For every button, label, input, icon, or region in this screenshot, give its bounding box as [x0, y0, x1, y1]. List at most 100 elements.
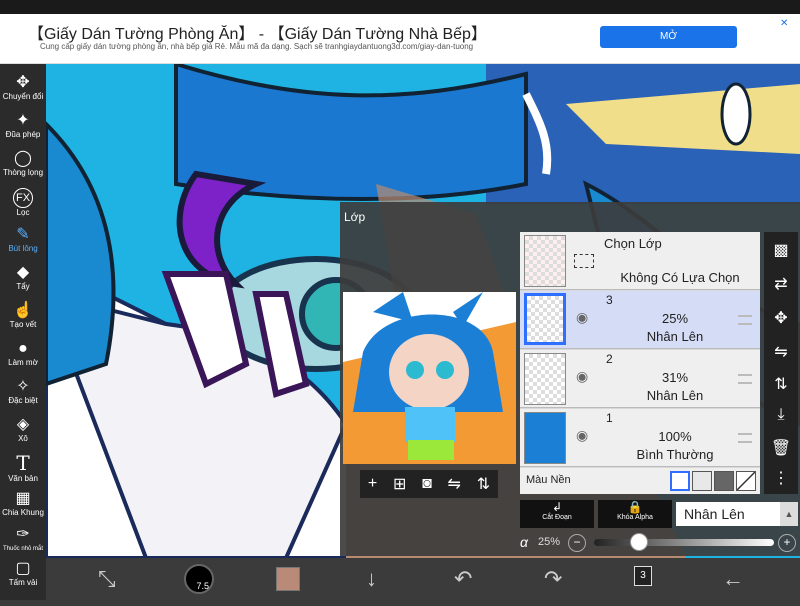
tool-label: Đũa phép [5, 130, 41, 139]
ad-banner[interactable]: 【Giấy Dán Tường Phòng Ăn】 - 【Giấy Dán Tư… [0, 14, 800, 64]
bg-white-swatch[interactable] [670, 471, 690, 491]
layer-row[interactable]: ◉ 2 31% Nhân Lên [520, 350, 760, 408]
move-layer-icon[interactable]: ✥ [764, 308, 798, 328]
tool-frame-divider[interactable]: ▦ Chia Khung [0, 490, 46, 518]
drag-handle-icon[interactable] [738, 374, 752, 384]
bottom-toolbar: ⤡ 7.5 ↓ ↶ ↷ 3 ← [46, 558, 800, 600]
chevron-up-icon[interactable]: ▲ [780, 502, 798, 526]
brush-size-button[interactable]: 7.5 [184, 564, 214, 594]
lasso-icon: ◯ [14, 150, 32, 167]
color-swatch[interactable] [276, 567, 300, 591]
bg-dark-swatch[interactable] [714, 471, 734, 491]
tool-label: Tạo vết [9, 320, 37, 329]
flip-layer-vertical-icon[interactable]: ⇅ [764, 374, 798, 394]
layer-thumbnail [524, 412, 566, 464]
tool-special[interactable]: ✧ Đặc biệt [0, 378, 46, 406]
selection-thumb [524, 235, 566, 287]
merge-down-icon[interactable]: ⤓ [764, 406, 798, 424]
back-arrow-icon[interactable]: ← [722, 564, 744, 594]
opacity-slider[interactable] [594, 533, 774, 551]
text-icon: T [16, 451, 30, 475]
tool-label: Văn bản [8, 474, 38, 483]
clipping-label: Cắt Đoạn [542, 514, 572, 521]
camera-icon[interactable]: ◙ [422, 475, 432, 493]
status-left [6, 1, 9, 13]
clip-arrow-icon: ↲ [551, 500, 563, 514]
tool-label: Tẩy [16, 282, 30, 291]
fx-icon: FX [13, 188, 33, 208]
flip-horizontal-icon[interactable]: ⇋ [448, 474, 461, 494]
eye-icon[interactable]: ◉ [576, 427, 596, 444]
tool-label: Thòng lọng [2, 168, 44, 177]
tool-eraser[interactable]: ◆ Tẩy [0, 264, 46, 292]
add-layer-icon[interactable]: + [368, 475, 377, 493]
tool-smudge[interactable]: ☝ Tạo vết [0, 302, 46, 330]
checkerboard-icon[interactable]: ▩ [764, 240, 798, 260]
selection-marquee-icon [574, 254, 594, 268]
layer-number: 2 [606, 352, 613, 366]
flip-layer-horizontal-icon[interactable]: ⇋ [764, 342, 798, 362]
opacity-value: 25% [538, 536, 561, 548]
special-icon: ✧ [16, 378, 30, 395]
layer-blend-mode: Nhân Lên [646, 329, 704, 344]
tool-label: Chia Khung [2, 508, 44, 517]
tool-eyedropper[interactable]: ✑ Thuốc nhỏ mắt [0, 526, 46, 554]
tool-transform[interactable]: ✥ Chuyển đổi [0, 74, 46, 102]
layer-opacity: 100% [658, 429, 692, 444]
undo-icon[interactable]: ↶ [454, 564, 472, 594]
blend-mode-select[interactable]: Nhân Lên [676, 502, 780, 526]
duplicate-layer-icon[interactable]: ⊞ [393, 474, 406, 494]
more-options-icon[interactable]: ⋮ [764, 468, 798, 488]
merge-icon[interactable]: ⇄ [764, 274, 798, 294]
status-right [791, 1, 794, 13]
ad-open-button[interactable]: MỞ [600, 26, 737, 48]
ad-close-icon[interactable]: ✕ [780, 18, 788, 29]
tool-label: Chuyển đổi [2, 92, 44, 101]
tool-label: Thuốc nhỏ mắt [2, 546, 44, 552]
flip-vertical-icon[interactable]: ⇅ [477, 474, 490, 494]
magic-wand-icon: ✦ [16, 112, 30, 129]
ad-title[interactable]: 【Giấy Dán Tường Phòng Ăn】 - 【Giấy Dán Tư… [28, 20, 487, 44]
trash-icon[interactable]: 🗑 [764, 438, 798, 458]
tool-bucket[interactable]: ◈ Xô [0, 416, 46, 444]
tool-text[interactable]: T Văn bản [0, 452, 46, 484]
drag-handle-icon[interactable] [738, 433, 752, 443]
clipping-button[interactable]: ↲ Cắt Đoạn [520, 500, 594, 528]
tool-brush[interactable]: ✎ Bút lông [0, 226, 46, 254]
layer-row[interactable]: ◉ 3 25% Nhân Lên [520, 291, 760, 349]
arrow-down-icon[interactable]: ↓ [366, 564, 377, 594]
opacity-slider-knob[interactable] [630, 533, 648, 551]
redo-icon[interactable]: ↷ [544, 564, 562, 594]
eye-icon[interactable]: ◉ [576, 309, 596, 326]
drag-handle-icon[interactable] [738, 315, 752, 325]
layer-blend-mode: Nhân Lên [646, 388, 704, 403]
layer-thumbnail [524, 353, 566, 405]
layers-button[interactable]: 3 [634, 566, 652, 586]
bg-transparent-swatch[interactable] [692, 471, 712, 491]
layer-blend-mode: Bình Thường [636, 447, 714, 462]
tool-label: Đặc biệt [8, 396, 38, 405]
left-toolbar: ✥ Chuyển đổi ✦ Đũa phép ◯ Thòng lọng FX Lọc … [0, 64, 46, 600]
alpha-symbol: α [520, 534, 528, 550]
layer-opacity: 25% [661, 311, 689, 326]
transform-tool-icon[interactable]: ⤡ [98, 564, 116, 594]
tool-blur[interactable]: ● Làm mờ [0, 340, 46, 368]
eye-icon[interactable]: ◉ [576, 368, 596, 385]
tool-lasso[interactable]: ◯ Thòng lọng [0, 150, 46, 178]
preview-artwork [343, 292, 516, 464]
opacity-row: α 25% − + [516, 532, 800, 554]
bg-none-swatch[interactable] [736, 471, 756, 491]
tool-magic-wand[interactable]: ✦ Đũa phép [0, 112, 46, 140]
blur-icon: ● [18, 340, 28, 357]
opacity-increase-button[interactable]: + [778, 534, 796, 552]
alpha-lock-label: Khóa Alpha [617, 514, 653, 521]
brush-icon: ✎ [16, 226, 30, 243]
alpha-lock-button[interactable]: 🔒 Khóa Alpha [598, 500, 672, 528]
tool-filter[interactable]: FX Lọc [0, 188, 46, 218]
lock-icon: 🔒 [627, 500, 643, 514]
select-layer-row[interactable]: Chọn Lớp Không Có Lựa Chọn [520, 232, 760, 290]
layer-row[interactable]: ◉ 1 100% Bình Thường [520, 409, 760, 467]
tool-canvas[interactable]: ▢ Tấm vải [0, 560, 46, 588]
opacity-decrease-button[interactable]: − [568, 534, 586, 552]
tool-label: Bút lông [8, 244, 38, 253]
